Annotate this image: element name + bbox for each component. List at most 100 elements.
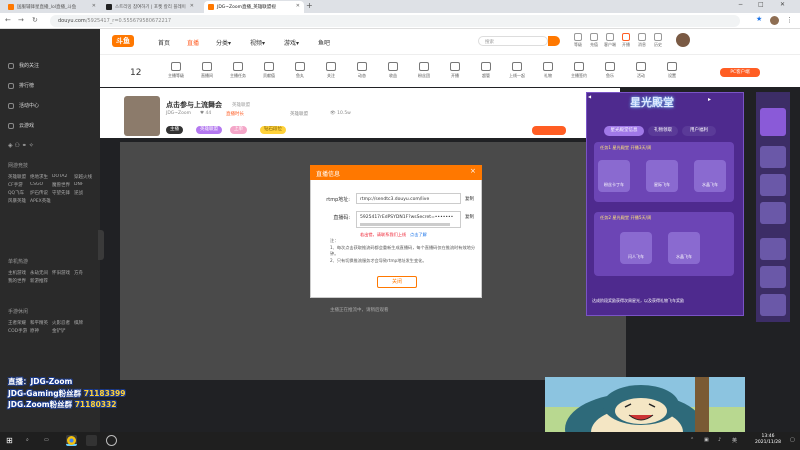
sidebar-category-item[interactable]: 棋牌 [74,320,96,328]
browser-tab[interactable]: 스트리밍 참여하기 | 포켓 칼리 플레이 ✕ [102,1,198,13]
anchor-tool-item[interactable]: 开播 [441,62,469,79]
search-input[interactable]: 搜索 [478,36,548,46]
room-tag[interactable]: 上单 [230,126,247,134]
notification-icon[interactable]: ▢ [790,437,795,443]
network-icon[interactable]: ▣ [704,437,709,443]
sidebar-category-item[interactable]: 永劫无间 [30,270,52,278]
sidebar-category-item[interactable]: 逆战 [74,190,96,198]
header-icon-history[interactable]: 历史 [650,33,666,48]
sidebar-category-item[interactable]: 炉石传说 [30,190,52,198]
new-tab-button[interactable]: + [306,1,313,10]
sidebar-category-item[interactable]: 英雄联盟 [8,174,30,182]
gift-badge[interactable] [532,126,566,135]
activity-entry[interactable] [760,238,786,260]
anchor-tool-item[interactable]: 粉丝团 [410,62,438,79]
anchor-tool-item[interactable]: 设置 [658,62,686,79]
sidebar-category-item[interactable]: 怀旧游戏 [52,270,74,278]
minimize-button[interactable]: − [738,1,743,8]
sidebar-category-item[interactable]: DOTA2 [52,174,74,182]
event-tab[interactable]: 用户福利 [682,126,716,136]
anchor-tool-item[interactable]: 贡献值 [255,62,283,79]
anchor-tool-item[interactable]: 直播间 [193,62,221,79]
anchor-tool-item[interactable]: 礼物 [534,62,562,79]
pc-client-button[interactable]: PC客户端 [720,68,760,77]
task-view-icon[interactable]: ▭ [44,437,49,443]
activity-entry[interactable] [760,146,786,168]
reward-item[interactable]: 星际飞车 [646,160,678,192]
anchor-tool-item[interactable]: 活动 [627,62,655,79]
sidebar-category-item[interactable]: 穿越火线 [74,174,96,182]
anchor-tool-item[interactable]: 主播等级 [162,62,190,79]
sidebar-category-item[interactable]: QQ飞车 [8,190,30,198]
sidebar-category-item[interactable]: COD手游 [8,328,30,336]
header-icon-client[interactable]: 客户端 [602,33,618,48]
ime-icon[interactable]: 英 [732,437,737,444]
douyu-logo[interactable]: 斗鱼 [112,35,134,47]
sidebar-collapse-handle[interactable] [98,230,104,260]
volume-icon[interactable]: ♪ [718,437,721,443]
anchor-avatar[interactable] [124,96,160,136]
close-dialog-button[interactable]: 关闭 [377,276,417,288]
sidebar-category-item[interactable]: 金铲铲 [52,328,74,336]
sidebar-category-item[interactable]: 原神 [30,328,52,336]
sidebar-category-item[interactable]: DNF [74,182,96,190]
reward-item[interactable]: 水晶飞车 [668,232,700,264]
header-icon-level[interactable]: 等级 [570,33,586,48]
sidebar-category-item[interactable]: 绝地求生 [30,174,52,182]
sidebar-category-item[interactable]: 主机游戏 [8,270,30,278]
tray-up-icon[interactable]: ⌃ [690,437,694,443]
sidebar-item-follow[interactable]: 我的关注 [8,62,39,69]
header-icon-recharge[interactable]: 充值 [586,33,602,48]
room-tag[interactable]: 钻石段位 [260,126,286,134]
nav-fishbar[interactable]: 鱼吧 [318,38,330,47]
search-button[interactable] [548,36,560,46]
chrome-taskbar-icon[interactable] [66,435,77,446]
nav-category[interactable]: 分类▾ [216,38,231,47]
sidebar-category-item[interactable]: CF手游 [8,182,30,190]
anchor-tool-item[interactable]: 上线一起 [503,62,531,79]
activity-entry[interactable] [760,294,786,316]
activity-entry[interactable] [760,174,786,196]
nav-live[interactable]: 直播 [187,38,199,47]
obs-taskbar-icon[interactable] [106,435,117,446]
sidebar-item-events[interactable]: 活动中心 [8,102,39,109]
nav-home[interactable]: 首页 [158,38,170,47]
activity-entry[interactable] [760,108,786,136]
search-icon[interactable]: ⌕ [26,437,29,443]
window-close-button[interactable]: ✕ [780,1,785,8]
taskbar-clock[interactable]: 13:46 2021/11/28 [755,434,781,446]
browser-tab-active[interactable]: JDG~Zoom直播_英雄联盟视 ✕ [204,1,304,13]
app-taskbar-icon[interactable] [86,435,97,446]
room-tag[interactable]: 主播 [166,126,183,134]
anchor-tool-item[interactable]: 超管 [472,62,500,79]
header-icon-message[interactable]: 消息 [634,33,650,48]
sidebar-category-item[interactable]: 风暴英雄 [8,198,30,206]
sidebar-category-item[interactable]: CSGO [30,182,52,190]
anchor-tool-item[interactable]: 关注 [317,62,345,79]
anchor-tool-item[interactable]: 鱼丸 [286,62,314,79]
sidebar-category-item[interactable]: 守望先锋 [52,190,74,198]
windows-start-icon[interactable]: ⊞ [6,436,13,445]
back-icon[interactable]: ← [5,16,11,24]
header-icon-broadcast[interactable]: 开播 [618,33,634,48]
reload-icon[interactable]: ↻ [32,16,38,24]
event-tab[interactable]: 礼物领取 [648,126,678,136]
profile-avatar[interactable] [770,16,779,25]
sidebar-category-item[interactable]: 我的世界 [8,278,30,286]
menu-dots-icon[interactable]: ⋮ [786,16,793,24]
browser-tab[interactable]: 国服辅锋星直播_lol直播_斗鱼 ✕ [4,1,100,13]
anchor-tool-item[interactable]: 主播签约 [565,62,593,79]
rtmp-address-field[interactable]: rtmp://sendtc3.douyu.com/live [356,193,461,204]
copy-code-button[interactable]: 复制 [465,214,474,220]
sidebar-category-item[interactable]: 魔兽世界 [52,182,74,190]
activity-entry[interactable] [760,202,786,224]
sidebar-category-item[interactable]: 王者荣耀 [8,320,30,328]
close-icon[interactable]: × [470,167,476,175]
nav-game[interactable]: 游戏▾ [284,38,299,47]
sidebar-category-item[interactable]: 火影忍者 [52,320,74,328]
sidebar-category-item[interactable]: 和平精英 [30,320,52,328]
reward-item[interactable]: 粉丝卡丁车 [598,160,630,192]
event-tab[interactable]: 星光殿堂信息 [604,126,644,136]
sidebar-category-item[interactable]: 方舟 [74,270,96,278]
horizontal-scrollbar[interactable] [360,223,450,226]
